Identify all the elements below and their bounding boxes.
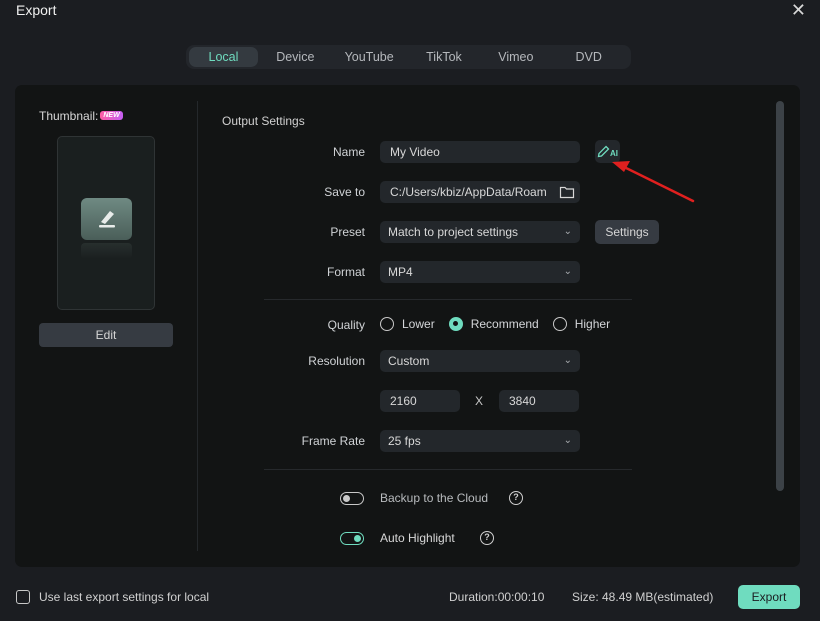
resolution-separator: X: [475, 394, 484, 408]
export-button[interactable]: Export: [738, 585, 800, 609]
name-value: My Video: [390, 145, 440, 159]
ai-text: AI: [610, 149, 618, 158]
chevron-down-icon: ⌄: [563, 435, 572, 446]
toggle-knob: [354, 535, 361, 542]
section-divider: [264, 469, 632, 470]
resolution-label: Resolution: [308, 354, 365, 368]
height-value: 3840: [509, 394, 536, 408]
size-text: Size: 48.49 MB(estimated): [572, 590, 714, 604]
thumbnail-label-text: Thumbnail:: [39, 109, 99, 123]
tab-vimeo[interactable]: Vimeo: [482, 47, 549, 67]
thumbnail-label: Thumbnail: NEW: [39, 109, 123, 123]
settings-panel: Thumbnail: NEW Edit Output Settings Name …: [15, 85, 800, 567]
format-value: MP4: [388, 265, 413, 279]
divider: [197, 101, 198, 551]
width-value: 2160: [390, 394, 417, 408]
backup-cloud-toggle[interactable]: [340, 492, 364, 505]
auto-highlight-toggle[interactable]: [340, 532, 364, 545]
window-title: Export: [16, 2, 57, 18]
chevron-down-icon: ⌄: [563, 266, 572, 277]
backup-cloud-label: Backup to the Cloud: [380, 491, 489, 505]
preset-settings-button[interactable]: Settings: [595, 220, 659, 244]
help-icon[interactable]: ?: [509, 491, 523, 505]
format-label: Format: [326, 265, 365, 279]
radio-circle-selected: [448, 317, 463, 331]
new-badge: NEW: [100, 111, 123, 120]
radio-label: Recommend: [470, 317, 539, 331]
help-icon[interactable]: ?: [480, 531, 494, 545]
resolution-height-input[interactable]: 3840: [499, 390, 579, 412]
close-icon[interactable]: ✕: [791, 0, 806, 21]
name-input[interactable]: My Video: [380, 141, 580, 163]
chevron-down-icon: ⌄: [563, 355, 572, 366]
quality-label: Quality: [327, 318, 365, 332]
radio-circle: [552, 317, 567, 331]
tab-local[interactable]: Local: [189, 47, 258, 67]
preset-label: Preset: [330, 225, 365, 239]
radio-label: Lower: [402, 317, 435, 331]
resolution-dropdown[interactable]: Custom ⌄: [380, 350, 580, 372]
scrollbar[interactable]: [776, 101, 784, 491]
quality-radio-group: Lower Recommend Higher: [380, 317, 624, 331]
toggle-knob: [343, 495, 350, 502]
resolution-width-input[interactable]: 2160: [380, 390, 460, 412]
format-dropdown[interactable]: MP4 ⌄: [380, 261, 580, 283]
tab-device[interactable]: Device: [258, 47, 333, 67]
tab-dvd[interactable]: DVD: [549, 47, 628, 67]
duration-text: Duration:00:00:10: [449, 590, 545, 604]
thumbnail-preview[interactable]: [57, 136, 155, 310]
save-to-input[interactable]: C:/Users/kbiz/AppData/Roam: [380, 181, 580, 203]
save-to-label: Save to: [324, 185, 365, 199]
frame-rate-label: Frame Rate: [301, 434, 365, 448]
name-label: Name: [332, 145, 365, 159]
quality-higher-radio[interactable]: Higher: [552, 317, 611, 331]
preset-dropdown[interactable]: Match to project settings ⌄: [380, 221, 580, 243]
export-tabs: Local Device YouTube TikTok Vimeo DVD: [186, 45, 631, 69]
resolution-value: Custom: [388, 354, 430, 368]
tab-youtube[interactable]: YouTube: [333, 47, 406, 67]
tab-tiktok[interactable]: TikTok: [406, 47, 483, 67]
section-divider: [264, 299, 632, 300]
thumbnail-reflection: [81, 243, 132, 259]
auto-highlight-label: Auto Highlight: [380, 531, 455, 545]
chevron-down-icon: ⌄: [563, 226, 572, 237]
folder-icon[interactable]: [559, 184, 575, 206]
edit-thumbnail-button[interactable]: Edit: [39, 323, 173, 347]
radio-circle: [380, 317, 394, 331]
preset-value: Match to project settings: [388, 225, 519, 239]
quality-recommend-radio[interactable]: Recommend: [448, 317, 539, 331]
pencil-icon: [81, 198, 132, 240]
radio-label: Higher: [574, 317, 611, 331]
frame-rate-dropdown[interactable]: 25 fps ⌄: [380, 430, 580, 452]
ai-name-button[interactable]: AI: [595, 140, 620, 163]
ai-pencil-icon: AI: [597, 145, 618, 158]
use-last-settings-label: Use last export settings for local: [39, 590, 210, 604]
output-settings-title: Output Settings: [222, 114, 305, 128]
use-last-settings-checkbox[interactable]: [16, 590, 30, 604]
frame-rate-value: 25 fps: [388, 434, 421, 448]
save-to-value: C:/Users/kbiz/AppData/Roam: [390, 185, 547, 199]
quality-lower-radio[interactable]: Lower: [380, 317, 435, 331]
